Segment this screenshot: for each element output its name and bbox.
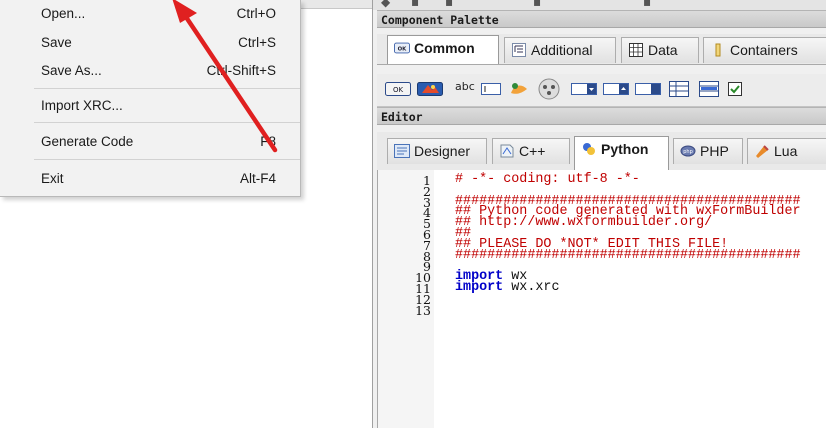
tab-label: Lua [774, 143, 798, 159]
list-box-icon[interactable] [603, 81, 629, 97]
menu-item-open[interactable]: Open... Ctrl+O [0, 2, 300, 26]
menu-item-save-as[interactable]: Save As... Ctrl-Shift+S [0, 59, 300, 83]
check-list-icon[interactable] [635, 81, 661, 97]
tab-php[interactable]: php PHP [673, 138, 743, 164]
tab-label: Data [648, 42, 678, 58]
tab-label: Python [601, 141, 649, 157]
main-toolbar: ◆ ▪ ▪ ▪ ▪ [373, 0, 826, 10]
tab-data[interactable]: Data [621, 37, 699, 63]
menu-separator [34, 88, 300, 89]
toolbar-icon[interactable]: ▪ [533, 0, 541, 9]
code-editor[interactable]: 1 2 3 4 5 6 7 8 9 10 11 12 13 # -*- coding: utf-8 -*… [377, 170, 826, 428]
menu-item-shortcut: Ctrl+O [236, 6, 276, 21]
menu-item-label: Import XRC... [41, 98, 123, 113]
checkbox-icon[interactable] [727, 81, 743, 97]
menu-item-label: Save As... [41, 63, 102, 78]
button-widget-label: OK [393, 86, 404, 94]
tab-additional[interactable]: Additional [504, 37, 616, 63]
ok-button-icon: OK [394, 42, 410, 54]
code-line: # -*- coding: utf-8 -*- [455, 172, 640, 187]
menu-item-shortcut: Ctrl+S [238, 35, 276, 50]
menu-item-generate-code[interactable]: Generate Code F8 [0, 130, 300, 154]
choice-icon[interactable] [571, 81, 597, 97]
palette-widget-bar: OK abc [377, 74, 826, 107]
keyword-token: import [455, 280, 504, 295]
text-ctrl-icon[interactable] [481, 81, 501, 97]
component-palette-tabs: OK Common Additional Data Containers [377, 34, 826, 65]
tab-containers[interactable]: Containers [703, 37, 826, 63]
toolbar-icon[interactable]: ◆ [381, 0, 390, 9]
svg-text:OK: OK [398, 47, 408, 53]
line-number-gutter: 1 2 3 4 5 6 7 8 9 10 11 12 13 [378, 170, 434, 428]
toolbar-icon[interactable]: ▪ [445, 0, 453, 9]
menu-item-label: Save [41, 35, 72, 50]
tab-common[interactable]: OK Common [387, 35, 499, 64]
tab-label: Designer [414, 143, 471, 159]
toolbar-icon[interactable]: ▪ [643, 0, 651, 9]
svg-text:php: php [683, 149, 693, 155]
menu-separator [34, 122, 300, 123]
menu-item-shortcut: Ctrl-Shift+S [206, 63, 276, 78]
tab-label: Additional [531, 42, 593, 58]
menu-item-save[interactable]: Save Ctrl+S [0, 31, 300, 55]
tab-label: C++ [519, 143, 546, 159]
code-line: ## http://www.wxformbuilder.org/ [455, 215, 713, 231]
tab-label: Common [414, 40, 475, 56]
tab-designer[interactable]: Designer [387, 138, 487, 164]
editor-tabs: Designer C++ Python php PHP Lua [377, 132, 826, 171]
tab-cpp[interactable]: C++ [492, 138, 570, 164]
menu-separator [34, 159, 300, 160]
file-menu-dropdown: Open... Ctrl+O Save Ctrl+S Save As... Ct… [0, 0, 301, 197]
menu-item-label: Generate Code [41, 134, 134, 149]
designer-icon [394, 144, 410, 158]
menu-item-label: Open... [41, 6, 86, 21]
list-ctrl-icon[interactable] [669, 81, 689, 97]
tab-label: PHP [700, 143, 729, 159]
left-toolbar-strip [300, 0, 372, 9]
grid-widget-icon[interactable] [699, 81, 719, 97]
bitmap-icon[interactable] [509, 81, 529, 97]
button-widget-icon[interactable]: OK [385, 81, 411, 97]
combo-box-icon[interactable] [537, 78, 561, 100]
lua-icon [756, 145, 769, 158]
toolbar-icon[interactable]: ▪ [411, 0, 419, 9]
static-text-icon[interactable]: abc [455, 80, 475, 96]
menu-item-import-xrc[interactable]: Import XRC... [0, 94, 300, 118]
python-icon [583, 143, 595, 155]
cpp-icon [500, 144, 514, 158]
code-line: ########################################… [455, 247, 801, 263]
menu-item-label: Exit [41, 171, 64, 186]
component-palette-caption: Component Palette [377, 10, 826, 28]
main-panel: ◆ ▪ ▪ ▪ ▪ Component Palette OK Common Add… [372, 0, 826, 428]
line-number: 13 [415, 302, 431, 318]
code-line: import wx.xrc [455, 280, 559, 295]
tree-icon [512, 43, 526, 57]
menu-item-exit[interactable]: Exit Alt-F4 [0, 167, 300, 191]
bitmap-button-icon[interactable] [417, 81, 443, 97]
php-icon: php [680, 145, 696, 157]
tab-label: Containers [730, 42, 798, 58]
tab-lua[interactable]: Lua [747, 138, 826, 164]
editor-caption: Editor [377, 107, 826, 125]
menu-item-shortcut: Alt-F4 [239, 171, 276, 186]
module-token: wx.xrc [511, 280, 560, 295]
grid-icon [629, 43, 643, 57]
menu-item-shortcut: F8 [260, 134, 276, 149]
tab-python[interactable]: Python [574, 136, 669, 170]
container-icon [715, 43, 721, 57]
